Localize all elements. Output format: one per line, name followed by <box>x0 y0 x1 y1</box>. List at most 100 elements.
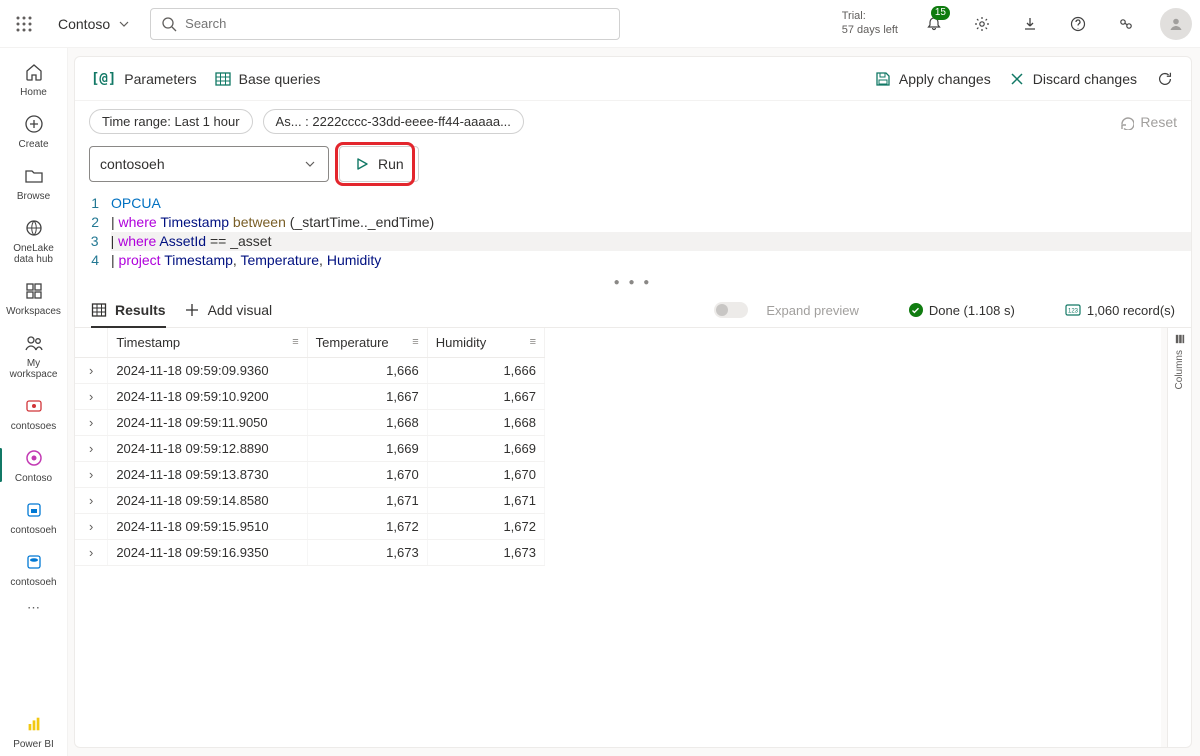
run-button[interactable]: Run <box>339 146 419 182</box>
nav-home[interactable]: Home <box>4 54 64 104</box>
table-row[interactable]: ›2024-11-18 09:59:11.90501,6681,668 <box>75 409 545 435</box>
nav-browse[interactable]: Browse <box>4 158 64 208</box>
org-switcher[interactable]: Contoso <box>52 16 138 32</box>
nav-create[interactable]: Create <box>4 106 64 156</box>
datasource-select[interactable]: contosoeh <box>89 146 329 182</box>
discard-changes-button[interactable]: Discard changes <box>1009 71 1137 87</box>
table-row[interactable]: ›2024-11-18 09:59:13.87301,6701,670 <box>75 461 545 487</box>
tab-add-visual[interactable]: Add visual <box>184 294 273 326</box>
query-status: Done (1.108 s) <box>909 303 1015 318</box>
nav-workspaces[interactable]: Workspaces <box>4 273 64 323</box>
expand-row-icon[interactable]: › <box>75 383 108 409</box>
parameters-icon: [@] <box>91 71 116 87</box>
table-row[interactable]: ›2024-11-18 09:59:12.88901,6691,669 <box>75 435 545 461</box>
create-icon <box>22 112 46 136</box>
settings-button[interactable] <box>964 8 1000 40</box>
expand-row-icon[interactable]: › <box>75 461 108 487</box>
eventhouse-icon <box>22 498 46 522</box>
time-range-pill[interactable]: Time range: Last 1 hour <box>89 109 253 134</box>
trial-status: Trial: 57 days left <box>842 10 898 38</box>
download-icon <box>1022 16 1038 32</box>
column-menu-icon[interactable]: ≡ <box>530 336 536 348</box>
close-icon <box>1009 71 1025 87</box>
search-icon <box>161 16 177 32</box>
expand-row-icon[interactable]: › <box>75 435 108 461</box>
undo-icon <box>1118 114 1134 130</box>
waffle-icon <box>16 16 32 32</box>
column-header[interactable]: Temperature≡ <box>307 328 427 358</box>
nav-onelake[interactable]: OneLake data hub <box>4 210 64 271</box>
expand-preview-label: Expand preview <box>766 303 859 318</box>
record-count: 123 1,060 record(s) <box>1065 302 1175 318</box>
column-header[interactable]: Timestamp≡ <box>108 328 307 358</box>
left-nav-rail: Home Create Browse OneLake data hub Work… <box>0 48 68 756</box>
reset-button[interactable]: Reset <box>1118 114 1177 130</box>
plus-icon <box>184 302 200 318</box>
column-menu-icon[interactable]: ≡ <box>292 336 298 348</box>
parameters-button[interactable]: [@] Parameters <box>91 71 197 87</box>
search-input[interactable] <box>185 16 609 31</box>
gear-icon <box>974 16 990 32</box>
nav-item-contosoeh-2[interactable]: contosoeh <box>4 544 64 594</box>
database-icon <box>22 550 46 574</box>
notifications-button[interactable]: 15 <box>916 8 952 40</box>
eventstream-icon <box>22 394 46 418</box>
nav-more[interactable]: ⋯ <box>27 596 40 620</box>
apply-changes-button[interactable]: Apply changes <box>875 71 991 87</box>
table-row[interactable]: ›2024-11-18 09:59:14.85801,6711,671 <box>75 487 545 513</box>
feedback-icon <box>1118 16 1134 32</box>
download-button[interactable] <box>1012 8 1048 40</box>
column-menu-icon[interactable]: ≡ <box>412 336 418 348</box>
table-row[interactable]: ›2024-11-18 09:59:15.95101,6721,672 <box>75 513 545 539</box>
results-grid[interactable]: Timestamp≡Temperature≡Humidity≡ ›2024-11… <box>75 328 1161 747</box>
columns-panel[interactable]: Columns <box>1167 328 1191 747</box>
nav-my-workspace[interactable]: My workspace <box>4 325 64 386</box>
powerbi-icon <box>22 712 46 736</box>
nav-item-contosoeh-1[interactable]: contosoeh <box>4 492 64 542</box>
query-toolbar: [@] Parameters Base queries Apply change… <box>75 57 1191 101</box>
refresh-icon <box>1156 70 1174 88</box>
expand-row-icon[interactable]: › <box>75 409 108 435</box>
table-row[interactable]: ›2024-11-18 09:59:16.93501,6731,673 <box>75 539 545 565</box>
people-icon <box>22 331 46 355</box>
chevron-down-icon <box>302 156 318 172</box>
top-bar: Contoso Trial: 57 days left 15 <box>0 0 1200 48</box>
notifications-badge: 15 <box>931 6 950 20</box>
app-launcher-button[interactable] <box>8 8 40 40</box>
onelake-icon <box>22 216 46 240</box>
nav-item-contosoes[interactable]: contosoes <box>4 388 64 438</box>
account-avatar[interactable] <box>1160 8 1192 40</box>
column-header[interactable]: Humidity≡ <box>427 328 544 358</box>
chevron-down-icon <box>116 16 132 32</box>
table-row[interactable]: ›2024-11-18 09:59:10.92001,6671,667 <box>75 383 545 409</box>
expand-row-icon[interactable]: › <box>75 487 108 513</box>
svg-text:123: 123 <box>1068 309 1079 315</box>
help-button[interactable] <box>1060 8 1096 40</box>
asset-pill[interactable]: As... : 2222cccc-33dd-eeee-ff44-aaaaa... <box>263 109 524 134</box>
kql-queryset-icon <box>22 446 46 470</box>
base-queries-button[interactable]: Base queries <box>215 71 321 87</box>
folder-icon <box>22 164 46 188</box>
feedback-button[interactable] <box>1108 8 1144 40</box>
nav-item-contoso[interactable]: Contoso <box>4 440 64 490</box>
workspaces-icon <box>22 279 46 303</box>
expand-row-icon[interactable]: › <box>75 513 108 539</box>
global-search[interactable] <box>150 8 620 40</box>
kql-editor[interactable]: 1OPCUA2| where Timestamp between (_start… <box>75 190 1191 278</box>
refresh-button[interactable] <box>1155 69 1175 89</box>
home-icon <box>22 60 46 84</box>
number-icon: 123 <box>1065 302 1081 318</box>
split-handle[interactable]: ● ● ● <box>75 278 1191 288</box>
play-icon <box>354 156 370 172</box>
tab-results[interactable]: Results <box>91 294 166 328</box>
expand-preview-toggle[interactable] <box>714 302 748 318</box>
grid-icon <box>91 302 107 318</box>
check-icon <box>909 303 923 317</box>
save-icon <box>875 71 891 87</box>
nav-powerbi[interactable]: Power BI <box>4 706 64 756</box>
person-icon <box>1168 16 1184 32</box>
org-name: Contoso <box>58 16 110 32</box>
expand-row-icon[interactable]: › <box>75 357 108 383</box>
expand-row-icon[interactable]: › <box>75 539 108 565</box>
table-row[interactable]: ›2024-11-18 09:59:09.93601,6661,666 <box>75 357 545 383</box>
